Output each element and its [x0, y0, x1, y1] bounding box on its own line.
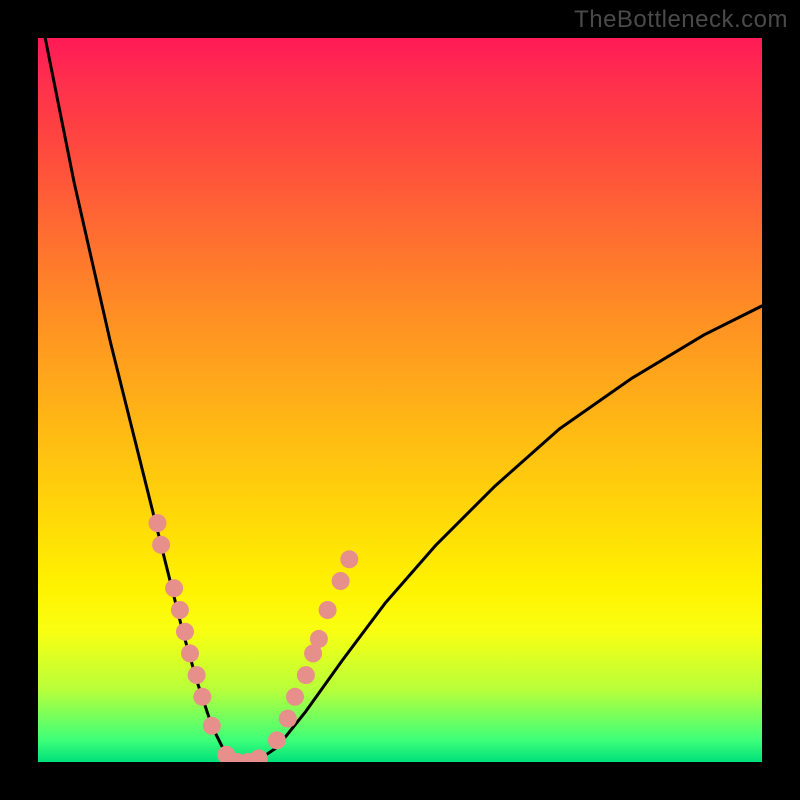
plot-area: [38, 38, 762, 762]
data-marker: [340, 550, 358, 568]
data-marker: [193, 688, 211, 706]
data-marker: [319, 601, 337, 619]
data-marker: [297, 666, 315, 684]
data-marker: [171, 601, 189, 619]
bottleneck-curve: [38, 38, 762, 762]
data-marker: [279, 710, 297, 728]
data-marker: [165, 579, 183, 597]
data-marker: [286, 688, 304, 706]
data-marker: [181, 644, 199, 662]
data-marker: [310, 630, 328, 648]
data-marker: [332, 572, 350, 590]
data-marker: [188, 666, 206, 684]
data-marker: [250, 749, 268, 762]
data-marker: [149, 514, 167, 532]
watermark-text: TheBottleneck.com: [574, 6, 788, 34]
chart-frame: TheBottleneck.com: [0, 0, 800, 800]
data-marker: [268, 731, 286, 749]
data-marker: [176, 623, 194, 641]
data-marker: [152, 536, 170, 554]
data-marker: [203, 717, 221, 735]
